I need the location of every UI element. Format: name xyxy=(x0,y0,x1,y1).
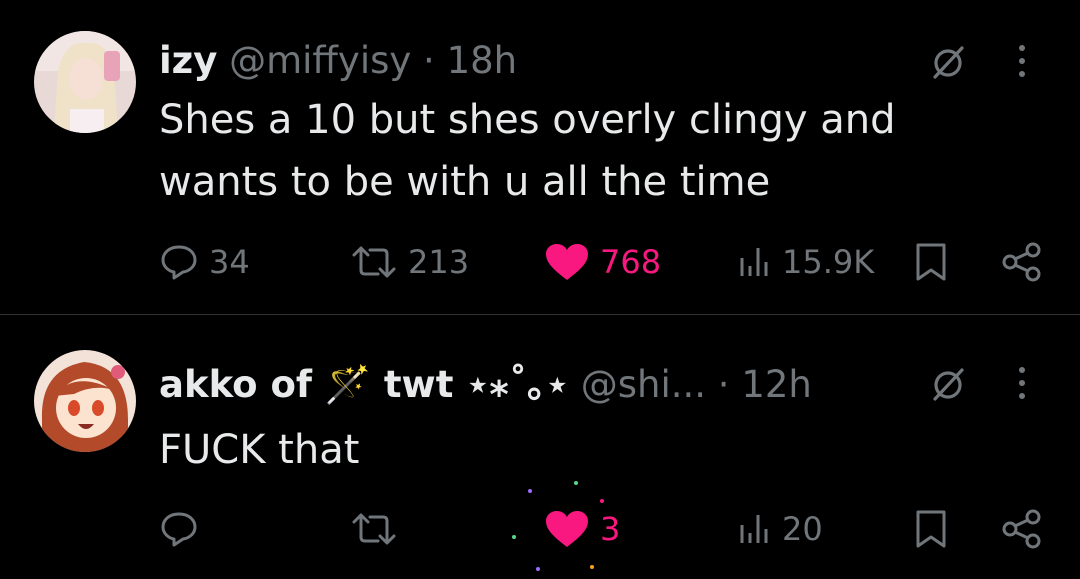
separator: · xyxy=(717,363,730,406)
share-icon xyxy=(1002,509,1041,549)
views-count: 20 xyxy=(782,510,823,548)
more-icon[interactable] xyxy=(1016,365,1028,401)
grok-icon[interactable] xyxy=(928,42,968,82)
heart-icon xyxy=(546,244,588,280)
post-header: akko of 🪄 twt ⋆⁎˚｡⋆ @shi... · 12h xyxy=(159,362,812,408)
repost-icon xyxy=(352,513,396,545)
post-akko[interactable]: akko of 🪄 twt ⋆⁎˚｡⋆ @shi... · 12h FUCK t… xyxy=(0,315,1080,579)
bookmark-button[interactable] xyxy=(914,240,948,284)
views-icon xyxy=(740,515,768,543)
views-button[interactable]: 20 xyxy=(738,507,823,551)
reply-count: 34 xyxy=(209,243,250,281)
views-button[interactable]: 15.9K xyxy=(738,240,874,284)
like-count: 768 xyxy=(600,243,662,281)
bookmark-icon xyxy=(916,510,946,548)
like-sparkle xyxy=(590,565,594,569)
post-izy[interactable]: izy @miffyisy · 18h Shes a 10 but shes o… xyxy=(0,0,1080,314)
repost-count: 213 xyxy=(408,243,470,281)
timestamp[interactable]: 18h xyxy=(447,39,518,82)
repost-icon xyxy=(352,246,396,278)
like-sparkle xyxy=(528,489,532,493)
like-sparkle xyxy=(600,499,604,503)
views-icon xyxy=(740,248,768,276)
repost-button[interactable] xyxy=(350,507,408,551)
handle[interactable]: @shi... xyxy=(581,363,706,406)
share-button[interactable] xyxy=(1000,507,1044,551)
separator: · xyxy=(423,39,435,82)
post-text: Shes a 10 but shes overly clingy and wan… xyxy=(159,97,896,205)
more-icon[interactable] xyxy=(1016,43,1028,79)
reply-icon xyxy=(161,245,197,280)
avatar-akko[interactable] xyxy=(34,350,136,452)
display-name[interactable]: akko of 🪄 twt ⋆⁎˚｡⋆ xyxy=(159,363,569,406)
handle[interactable]: @miffyisy xyxy=(229,39,411,82)
repost-button[interactable]: 213 xyxy=(350,240,469,284)
grok-icon[interactable] xyxy=(928,364,968,404)
bookmark-button[interactable] xyxy=(914,507,948,551)
reply-button[interactable]: 34 xyxy=(159,240,250,284)
timestamp[interactable]: 12h xyxy=(741,363,812,406)
like-sparkle xyxy=(512,535,516,539)
like-button[interactable]: 3 xyxy=(544,507,620,551)
post-text: FUCK that xyxy=(159,427,360,473)
share-icon xyxy=(1002,242,1041,282)
reply-icon xyxy=(161,512,197,547)
heart-icon xyxy=(546,511,588,547)
share-button[interactable] xyxy=(1000,240,1044,284)
post-header: izy @miffyisy · 18h xyxy=(159,38,517,84)
like-sparkle xyxy=(536,567,540,571)
views-count: 15.9K xyxy=(782,243,875,281)
reply-button[interactable] xyxy=(159,507,209,551)
like-button[interactable]: 768 xyxy=(544,240,661,284)
display-name[interactable]: izy xyxy=(159,39,217,82)
bookmark-icon xyxy=(916,243,946,281)
like-count: 3 xyxy=(600,510,621,548)
like-sparkle xyxy=(574,481,578,485)
avatar-izy[interactable] xyxy=(34,31,136,133)
